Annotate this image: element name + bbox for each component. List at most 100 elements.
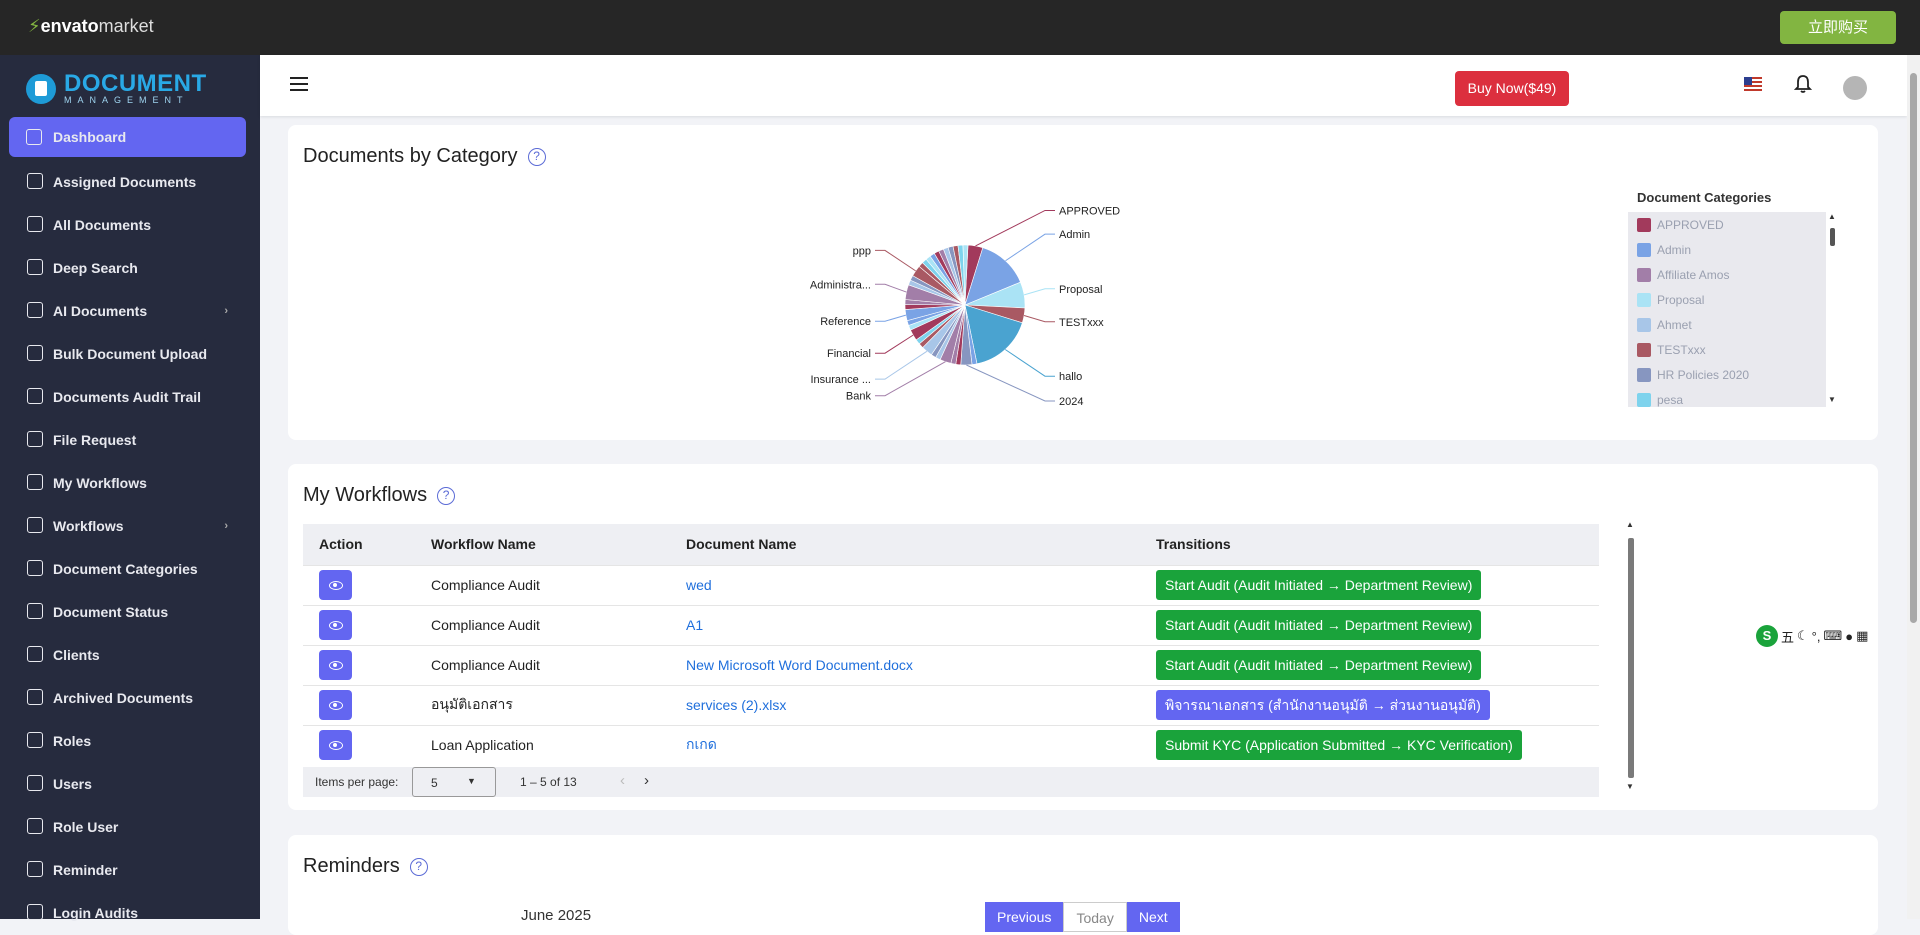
sidebar-item-document-categories[interactable]: Document Categories [0, 547, 260, 590]
transition-button[interactable]: พิจารณาเอกสาร (สำนักงานอนุมัติ → ส่วนงาน… [1156, 690, 1490, 720]
legend-item[interactable]: Ahmet [1628, 312, 1826, 337]
notification-bell-icon[interactable] [1793, 74, 1813, 99]
pie-label: APPROVED [1059, 205, 1120, 217]
document-logo-icon [26, 74, 56, 104]
ime-toolbar[interactable]: S 五 ☾ °, ⌨ ● ▦ [1756, 625, 1868, 647]
workflows-scrollbar[interactable]: ▲ ▼ [1626, 520, 1636, 794]
legend-label: HR Policies 2020 [1657, 367, 1750, 382]
keyboard-icon[interactable]: ⌨ [1823, 628, 1842, 644]
legend-swatch [1637, 242, 1651, 257]
sidebar-item-label: File Request [53, 431, 137, 448]
legend-item[interactable]: Affiliate Amos [1628, 262, 1826, 287]
sidebar-item-reminder[interactable]: Reminder [0, 848, 260, 891]
column-header[interactable]: Workflow Name [431, 524, 686, 565]
brand-title: DOCUMENT [64, 70, 207, 97]
transition-button[interactable]: Submit KYC (Application Submitted → KYC … [1156, 730, 1522, 761]
reminders-card: Reminders? June 2025 Previous Today Next [288, 835, 1878, 935]
sidebar-item-label: Login Audits [53, 904, 139, 921]
sidebar: DOCUMENT MANAGEMENT Dashboard Assigned Do… [0, 55, 260, 921]
sidebar-item-login-audits[interactable]: Login Audits [0, 891, 260, 934]
inbox-icon [27, 431, 43, 447]
transition-button[interactable]: Start Audit (Audit Initiated → Departmen… [1156, 610, 1482, 640]
view-button[interactable] [319, 730, 352, 761]
document-link[interactable]: services (2).xlsx [686, 697, 786, 713]
document-link[interactable]: กเกด [686, 736, 717, 752]
sidebar-item-dashboard[interactable]: Dashboard [9, 117, 246, 157]
pie-chart: APPROVED Admin Proposal TESTxxx hallo 2024 Ban… [810, 205, 1120, 407]
pie-leader-line [975, 209, 1055, 247]
activity-icon [27, 517, 43, 533]
document-link[interactable]: wed [686, 577, 712, 593]
legend-scrollbar[interactable]: ▲ ▼ [1828, 212, 1838, 407]
help-icon[interactable]: ? [437, 486, 456, 505]
previous-page-icon[interactable]: ‹ [620, 772, 625, 789]
us-flag-icon[interactable] [1744, 77, 1762, 93]
user-avatar[interactable] [1843, 76, 1867, 100]
sidebar-item-workflows[interactable]: Workflows › [0, 504, 260, 547]
transition-button[interactable]: Start Audit (Audit Initiated → Departmen… [1156, 570, 1482, 600]
sidebar-item-all-documents[interactable]: All Documents [0, 203, 260, 246]
list-icon [27, 173, 43, 189]
layers-icon [26, 129, 42, 145]
pie-label: Financial [827, 348, 871, 360]
eye-icon [328, 740, 343, 750]
next-button[interactable]: Next [1126, 902, 1180, 932]
punctuation-icon[interactable]: °, [1812, 629, 1821, 644]
sidebar-item-my-workflows[interactable]: My Workflows [0, 461, 260, 504]
sidebar-item-ai-documents[interactable]: AI Documents › [0, 289, 260, 332]
help-icon[interactable]: ? [409, 857, 428, 876]
buy-now-top-button[interactable]: 立即购买 [1780, 11, 1896, 44]
view-button[interactable] [319, 570, 352, 600]
legend-item[interactable]: TESTxxx [1628, 337, 1826, 362]
sidebar-item-documents-audit-trail[interactable]: Documents Audit Trail [0, 375, 260, 418]
menu-toggle-icon[interactable] [290, 77, 308, 91]
legend-label: Ahmet [1657, 317, 1692, 332]
table-row: Compliance Audit wed Start Audit (Audit In… [303, 564, 1599, 605]
moon-icon[interactable]: ☾ [1797, 628, 1809, 644]
page-scrollbar[interactable] [1907, 55, 1920, 919]
sidebar-item-assigned-documents[interactable]: Assigned Documents [0, 160, 260, 203]
pie-leader-line [966, 364, 1055, 402]
column-header[interactable]: Document Name [686, 524, 1156, 565]
previous-button[interactable]: Previous [985, 902, 1064, 932]
pie-leader-line [875, 350, 928, 380]
sidebar-item-deep-search[interactable]: Deep Search [0, 246, 260, 289]
user-icon[interactable]: ● [1845, 629, 1853, 644]
buy-now-button[interactable]: Buy Now($49) [1455, 71, 1569, 106]
sidebar-item-roles[interactable]: Roles [0, 719, 260, 762]
sidebar-item-users[interactable]: Users [0, 762, 260, 805]
sidebar-item-clients[interactable]: Clients [0, 633, 260, 676]
legend-list[interactable]: APPROVED Admin Affiliate Amos Proposal Ahmet… [1628, 212, 1826, 407]
page-size-select[interactable]: 5 ▼ [412, 767, 496, 797]
grid-icon[interactable]: ▦ [1856, 628, 1868, 644]
view-button[interactable] [319, 610, 352, 640]
brand-subtitle: MANAGEMENT [64, 95, 189, 105]
sidebar-item-label: Document Status [53, 603, 169, 620]
view-button[interactable] [319, 690, 352, 720]
search-icon [27, 259, 43, 275]
document-link[interactable]: New Microsoft Word Document.docx [686, 657, 913, 673]
today-button[interactable]: Today [1063, 902, 1127, 932]
view-button[interactable] [319, 650, 352, 680]
legend-item[interactable]: pesa [1628, 387, 1826, 407]
sidebar-item-role-user[interactable]: Role User [0, 805, 260, 848]
sidebar-item-document-status[interactable]: Document Status [0, 590, 260, 633]
sidebar-item-file-request[interactable]: File Request [0, 418, 260, 461]
column-header[interactable]: Action [303, 524, 431, 565]
legend-item[interactable]: HR Policies 2020 [1628, 362, 1826, 387]
sidebar-item-bulk-document-upload[interactable]: Bulk Document Upload [0, 332, 260, 375]
legend-item[interactable]: Admin [1628, 237, 1826, 262]
archive-icon [27, 689, 43, 705]
transition-button[interactable]: Start Audit (Audit Initiated → Departmen… [1156, 650, 1482, 680]
next-page-icon[interactable]: › [644, 772, 649, 789]
legend-item[interactable]: APPROVED [1628, 212, 1826, 237]
brand-logo[interactable]: DOCUMENT MANAGEMENT [26, 71, 207, 107]
envato-logo[interactable]: ⚡envatomarket [28, 16, 154, 37]
sidebar-item-label: Roles [53, 732, 92, 749]
legend-item[interactable]: Proposal [1628, 287, 1826, 312]
document-link[interactable]: A1 [686, 617, 703, 633]
column-header[interactable]: Transitions [1156, 524, 1599, 565]
sidebar-item-archived-documents[interactable]: Archived Documents [0, 676, 260, 719]
sidebar-item-label: Users [53, 775, 92, 792]
sidebar-item-label: Role User [53, 818, 119, 835]
